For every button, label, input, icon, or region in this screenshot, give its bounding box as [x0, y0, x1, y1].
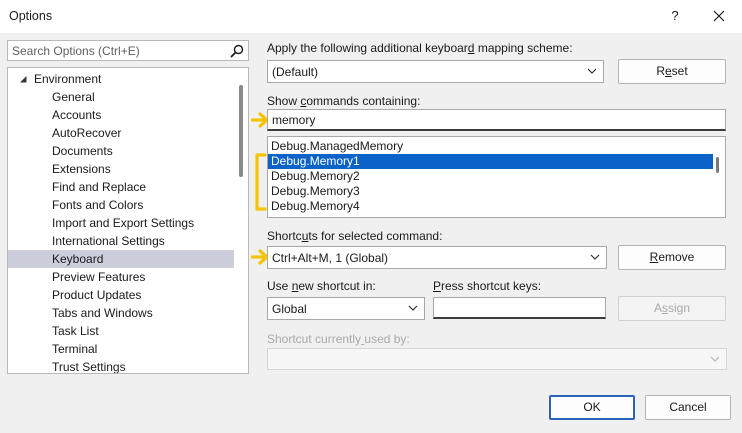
tree-children: General Accounts AutoRecover Documents Exten…	[8, 88, 234, 373]
tree-item-fonts-and-colors[interactable]: Fonts and Colors	[8, 196, 234, 214]
ok-button[interactable]: OK	[549, 395, 635, 420]
press-keys-label: Press shortcut keys:	[433, 279, 542, 293]
chevron-down-icon	[408, 305, 418, 311]
press-shortcut-keys-input[interactable]	[433, 297, 606, 319]
shortcuts-select[interactable]: Ctrl+Alt+M, 1 (Global)	[267, 246, 607, 269]
tree-item-general[interactable]: General	[8, 88, 234, 106]
search-options-input[interactable]	[8, 41, 232, 60]
command-filter-value: memory	[272, 113, 316, 127]
tree-item-preview-features[interactable]: Preview Features	[8, 268, 234, 286]
tree-item-find-and-replace[interactable]: Find and Replace	[8, 178, 234, 196]
use-shortcut-in-label: Use new shortcut in:	[267, 279, 376, 293]
shortcuts-label: Shortcuts for selected command:	[267, 229, 443, 243]
reset-button[interactable]: Reset	[618, 59, 726, 84]
tree-node-environment[interactable]: Environment	[8, 70, 234, 88]
tree-item-terminal[interactable]: Terminal	[8, 340, 234, 358]
window-title: Options	[9, 9, 53, 23]
options-tree: Environment General Accounts AutoRecover Do…	[7, 67, 249, 374]
chevron-down-icon	[590, 254, 600, 260]
close-button[interactable]	[706, 5, 732, 27]
tree-item-import-and-export-settings[interactable]: Import and Export Settings	[8, 214, 234, 232]
use-shortcut-in-value: Global	[272, 302, 307, 316]
tree-item-tabs-and-windows[interactable]: Tabs and Windows	[8, 304, 234, 322]
title-bar	[0, 0, 742, 33]
command-list-item[interactable]: Debug.Memory4	[268, 199, 713, 214]
mapping-scheme-select[interactable]: (Default)	[267, 60, 604, 83]
mapping-scheme-value: (Default)	[272, 65, 319, 79]
command-list-item[interactable]: Debug.ManagedMemory	[268, 139, 713, 154]
commands-list: Debug.ManagedMemory Debug.Memory1 Debug.Me…	[267, 136, 726, 218]
tree-item-autorecover[interactable]: AutoRecover	[8, 124, 234, 142]
tree-item-accounts[interactable]: Accounts	[8, 106, 234, 124]
assign-button[interactable]: Assign	[618, 296, 726, 321]
command-filter-input[interactable]: memory	[267, 109, 726, 131]
tree-item-international-settings[interactable]: International Settings	[8, 232, 234, 250]
tree-node-label: Environment	[34, 72, 102, 86]
scroll-thumb[interactable]	[716, 157, 719, 173]
tree-item-product-updates[interactable]: Product Updates	[8, 286, 234, 304]
used-by-select[interactable]	[267, 348, 727, 370]
tree-item-trust-settings[interactable]: Trust Settings	[8, 358, 234, 373]
tree-scrollbar[interactable]	[234, 68, 248, 373]
scroll-thumb[interactable]	[239, 85, 243, 177]
search-icon[interactable]	[230, 44, 244, 58]
cancel-button[interactable]: Cancel	[645, 395, 731, 420]
chevron-down-icon	[587, 68, 597, 74]
commands-scrollbar[interactable]	[711, 137, 725, 217]
used-by-label: Shortcut currently used by:	[267, 332, 410, 346]
close-icon	[713, 10, 725, 22]
search-options-box[interactable]	[7, 40, 249, 61]
help-button[interactable]: ?	[664, 5, 686, 27]
use-shortcut-in-select[interactable]: Global	[267, 297, 425, 320]
tree-item-documents[interactable]: Documents	[8, 142, 234, 160]
command-list-item[interactable]: Debug.Memory3	[268, 184, 713, 199]
expand-arrow-icon[interactable]	[18, 74, 28, 84]
chevron-down-icon	[710, 356, 720, 362]
show-commands-label: Show commands containing:	[267, 94, 421, 108]
shortcut-value: Ctrl+Alt+M, 1 (Global)	[272, 251, 389, 265]
tree-item-task-list[interactable]: Task List	[8, 322, 234, 340]
remove-button[interactable]: Remove	[618, 245, 726, 270]
tree-item-extensions[interactable]: Extensions	[8, 160, 234, 178]
command-list-item[interactable]: Debug.Memory1	[268, 154, 713, 169]
tree-item-keyboard[interactable]: Keyboard	[8, 250, 234, 268]
mapping-scheme-label: Apply the following additional keyboard …	[267, 41, 573, 55]
command-list-item[interactable]: Debug.Memory2	[268, 169, 713, 184]
annotation-bracket-icon	[255, 153, 267, 211]
